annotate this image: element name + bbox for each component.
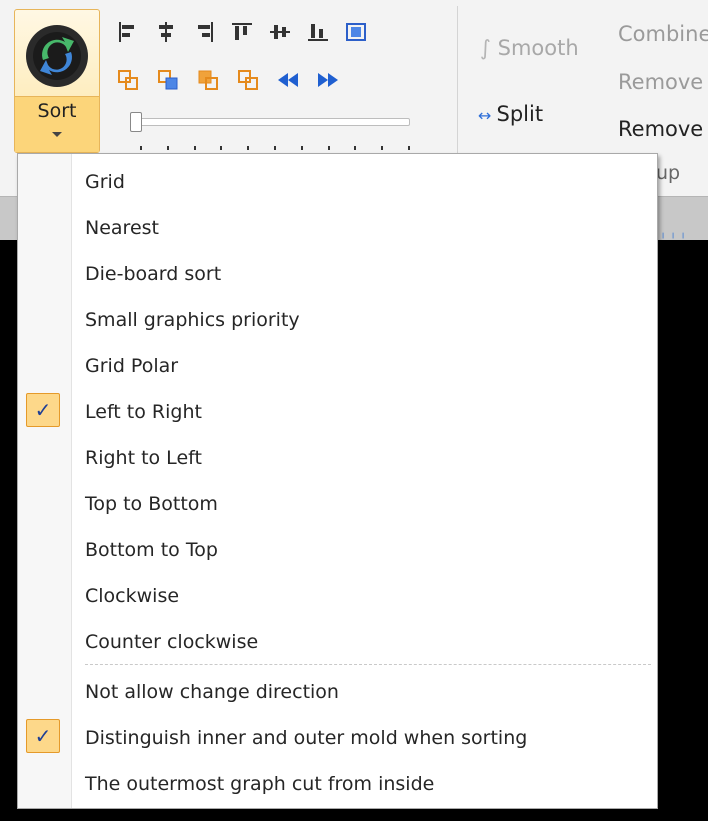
menu-item-label: Nearest (85, 217, 159, 239)
menu-item-label: Right to Left (85, 447, 202, 469)
remove-button-1[interactable]: Remove (618, 70, 703, 94)
align-bottom-icon[interactable] (306, 20, 330, 44)
send-to-back-icon[interactable] (236, 68, 260, 92)
menu-item-not-allow-change-direction[interactable]: Not allow change direction (18, 670, 657, 714)
send-backward-icon[interactable] (156, 68, 180, 92)
split-button[interactable]: ↔ Split (478, 102, 543, 126)
menu-item-label: Small graphics priority (85, 309, 300, 331)
menu-item-distinguish-inner-outer-mold[interactable]: ✓ Distinguish inner and outer mold when … (18, 716, 657, 760)
rewind-icon[interactable] (276, 68, 300, 92)
split-label: Split (496, 102, 544, 126)
chevron-down-icon (52, 132, 62, 137)
fast-forward-icon[interactable] (316, 68, 340, 92)
menu-item-label: Grid Polar (85, 355, 179, 377)
sort-refresh-icon (26, 25, 88, 87)
split-icon: ↔ (478, 106, 497, 125)
menu-item-label: Grid (85, 171, 125, 193)
menu-item-outermost-graph-cut-from-inside[interactable]: The outermost graph cut from inside (18, 762, 657, 806)
menu-separator (85, 664, 651, 665)
sort-button-label: Sort (37, 100, 77, 122)
align-top-icon[interactable] (230, 20, 254, 44)
smooth-icon: ∫ (480, 36, 498, 60)
smooth-label: Smooth (497, 36, 579, 60)
menu-item-label: Distinguish inner and outer mold when so… (85, 727, 528, 749)
align-toolbar (116, 20, 368, 44)
menu-item-small-graphics-priority[interactable]: Small graphics priority (18, 298, 657, 342)
menu-item-top-to-bottom[interactable]: Top to Bottom (18, 482, 657, 526)
menu-item-left-to-right[interactable]: ✓ Left to Right (18, 390, 657, 434)
menu-item-counter-clockwise[interactable]: Counter clockwise (18, 620, 657, 664)
menu-item-die-board-sort[interactable]: Die-board sort (18, 252, 657, 296)
align-left-icon[interactable] (116, 20, 140, 44)
menu-item-nearest[interactable]: Nearest (18, 206, 657, 250)
ribbon-divider (457, 6, 458, 156)
checkmark-icon: ✓ (26, 719, 60, 753)
menu-item-right-to-left[interactable]: Right to Left (18, 436, 657, 480)
smooth-button[interactable]: ∫ Smooth (480, 36, 579, 60)
menu-item-label: Bottom to Top (85, 539, 218, 561)
bring-forward-icon[interactable] (116, 68, 140, 92)
menu-item-grid-polar[interactable]: Grid Polar (18, 344, 657, 388)
group-label: up (656, 162, 681, 184)
menu-item-label: Top to Bottom (85, 493, 218, 515)
menu-item-label: Left to Right (85, 401, 202, 423)
combine-button[interactable]: Combine (618, 22, 708, 46)
bring-to-front-icon[interactable] (196, 68, 220, 92)
align-right-icon[interactable] (192, 20, 216, 44)
menu-item-label: Die-board sort (85, 263, 222, 285)
align-center-icon[interactable] (154, 20, 178, 44)
zoom-slider-track[interactable] (134, 118, 410, 126)
zoom-slider-thumb[interactable] (130, 112, 142, 132)
sort-dropdown-menu: Grid Nearest Die-board sort Small graphi… (17, 153, 658, 809)
sort-button[interactable]: Sort (14, 9, 100, 153)
arrange-toolbar (116, 68, 340, 92)
menu-item-grid[interactable]: Grid (18, 160, 657, 204)
slider-ticks (140, 146, 410, 152)
checkmark-icon: ✓ (26, 393, 60, 427)
menu-item-label: Counter clockwise (85, 631, 259, 653)
menu-item-label: Not allow change direction (85, 681, 339, 703)
remove-button-2[interactable]: Remove (618, 117, 703, 141)
ruler-ticks: ╷╷╷ (660, 228, 691, 239)
group-frame-icon[interactable] (344, 20, 368, 44)
menu-item-label: The outermost graph cut from inside (85, 773, 435, 795)
align-middle-icon[interactable] (268, 20, 292, 44)
menu-item-clockwise[interactable]: Clockwise (18, 574, 657, 618)
menu-item-bottom-to-top[interactable]: Bottom to Top (18, 528, 657, 572)
menu-item-label: Clockwise (85, 585, 180, 607)
